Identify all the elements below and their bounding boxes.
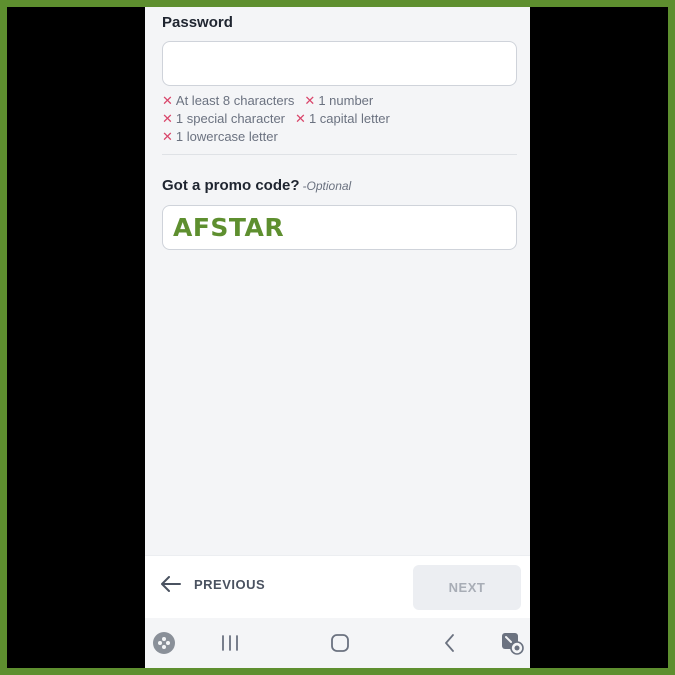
home-icon[interactable] [329,631,351,655]
requirements-row: ✕ At least 8 characters ✕ 1 number [162,91,400,109]
requirement-capital-letter: ✕ 1 capital letter [295,111,390,126]
promo-code-label: Got a promo code? -Optional [162,177,351,194]
requirement-text: 1 lowercase letter [175,128,278,144]
next-label: NEXT [448,580,486,595]
close-icon: ✕ [295,110,306,126]
arrow-left-icon [161,576,181,592]
screen-capture-icon[interactable] [500,631,524,655]
promo-code-label-text: Got a promo code? [162,177,300,194]
requirement-text: 1 number [318,92,374,108]
promo-code-field[interactable]: AFSTAR [162,205,517,250]
requirements-row: ✕ 1 lowercase letter [162,127,400,145]
game-launcher-icon[interactable] [152,631,176,655]
divider [162,154,517,155]
previous-button[interactable]: PREVIOUS [161,576,265,592]
close-icon: ✕ [162,128,173,144]
previous-label: PREVIOUS [194,576,266,592]
password-requirements: ✕ At least 8 characters ✕ 1 number ✕ 1 s… [162,91,400,145]
requirement-number: ✕ 1 number [304,93,373,108]
requirement-text: At least 8 characters [175,92,295,108]
requirement-special-character: ✕ 1 special character [162,111,285,126]
requirement-text: 1 capital letter [308,110,390,126]
close-icon: ✕ [304,92,316,108]
optional-hint: -Optional [302,179,352,193]
requirement-text: 1 special character [175,110,286,126]
next-button[interactable]: NEXT [413,565,521,610]
promo-code-value: AFSTAR [173,213,285,242]
close-icon: ✕ [162,110,173,126]
action-bar: PREVIOUS NEXT [145,555,530,618]
requirement-lowercase-letter: ✕ 1 lowercase letter [162,129,278,144]
password-label: Password [162,14,233,31]
system-navigation-bar [145,618,530,668]
back-icon[interactable] [439,631,461,655]
recent-apps-icon[interactable] [219,631,241,655]
close-icon: ✕ [162,92,173,108]
password-field[interactable] [162,41,517,86]
phone-screen: Password ✕ At least 8 characters ✕ 1 num… [145,7,530,668]
requirement-min-length: ✕ At least 8 characters [162,93,294,108]
requirements-row: ✕ 1 special character ✕ 1 capital letter [162,109,400,127]
